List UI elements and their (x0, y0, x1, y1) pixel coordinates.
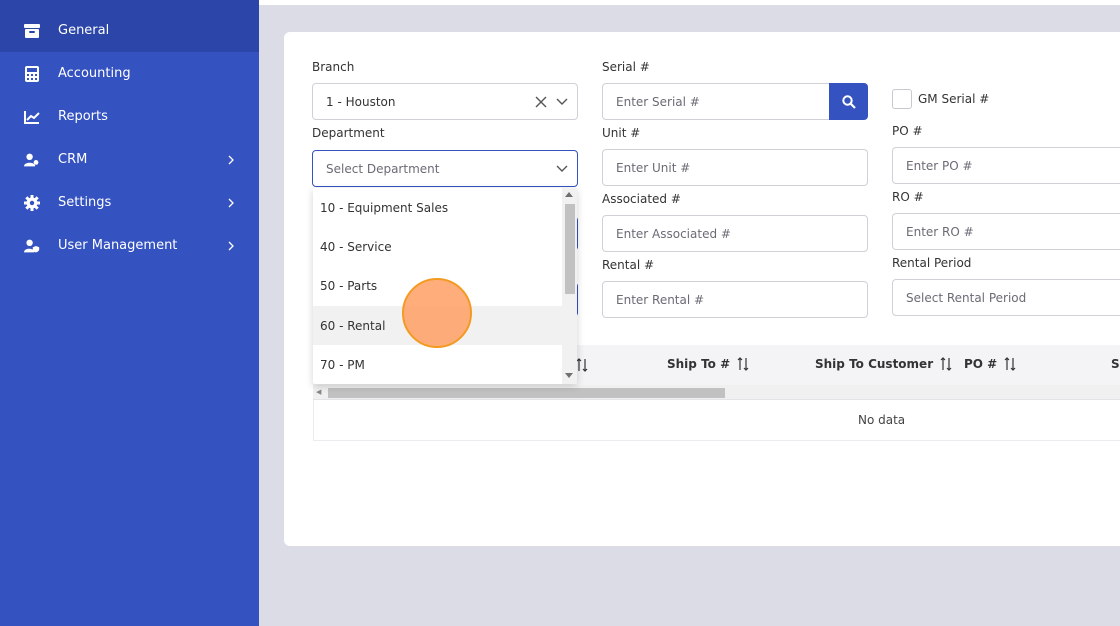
ro-placeholder: Enter RO # (906, 224, 974, 239)
archive-icon (24, 23, 40, 39)
sidebar-item-general[interactable]: General (0, 9, 259, 52)
chart-line-icon (24, 109, 40, 125)
branch-value: 1 - Houston (326, 94, 396, 109)
chevron-right-icon (228, 241, 234, 250)
sidebar-item-label: Settings (58, 195, 112, 210)
sort-icon (940, 357, 952, 371)
ro-input[interactable]: Enter RO # (892, 213, 1120, 250)
sidebar-item-label: CRM (58, 152, 88, 167)
click-indicator (402, 278, 472, 348)
sidebar-item-crm[interactable]: CRM (0, 138, 259, 181)
rental-period-placeholder: Select Rental Period (906, 290, 1027, 305)
rental-period-select[interactable]: Select Rental Period (892, 279, 1120, 316)
po-label: PO # (892, 124, 923, 138)
users-icon (24, 152, 40, 168)
sort-icon[interactable] (576, 358, 588, 372)
sidebar-item-label: Reports (58, 109, 108, 124)
column-header-partial[interactable]: S (1111, 357, 1120, 371)
top-bar (259, 0, 1120, 5)
sidebar-item-user-management[interactable]: User Management (0, 224, 259, 267)
rental-period-label: Rental Period (892, 256, 972, 270)
no-data-text: No data (858, 413, 906, 427)
sidebar-item-label: General (58, 23, 110, 38)
column-header-ship-to-customer[interactable]: Ship To Customer (815, 357, 953, 371)
sidebar-item-accounting[interactable]: Accounting (0, 52, 259, 95)
chevron-right-icon (228, 155, 234, 164)
scroll-up-arrow-icon[interactable] (565, 192, 573, 197)
column-header-po[interactable]: PO # (964, 357, 1017, 371)
sidebar: General Accounting Reports CRM Settings … (0, 0, 259, 626)
ro-label: RO # (892, 190, 924, 204)
sidebar-item-reports[interactable]: Reports (0, 95, 259, 138)
branch-label: Branch (312, 60, 355, 74)
user-shield-icon (24, 238, 40, 254)
po-input[interactable]: Enter PO # (892, 147, 1120, 184)
calculator-icon (24, 65, 40, 82)
scrollbar-thumb[interactable] (328, 388, 725, 398)
sort-icon (737, 357, 749, 371)
scroll-down-arrow-icon[interactable] (565, 373, 573, 378)
serial-label: Serial # (602, 60, 650, 74)
dropdown-scrollbar-thumb[interactable] (565, 204, 575, 294)
department-select[interactable]: Select Department (312, 150, 578, 187)
associated-input[interactable]: Enter Associated # (602, 215, 868, 252)
sidebar-item-label: Accounting (58, 66, 131, 81)
gm-serial-checkbox[interactable] (892, 89, 912, 109)
rental-placeholder: Enter Rental # (616, 292, 705, 307)
rental-input[interactable]: Enter Rental # (602, 281, 868, 318)
clear-icon[interactable] (535, 96, 547, 108)
rental-label: Rental # (602, 258, 655, 272)
gear-icon (24, 194, 40, 211)
sidebar-item-settings[interactable]: Settings (0, 181, 259, 224)
chevron-right-icon (228, 198, 234, 207)
unit-input[interactable]: Enter Unit # (602, 149, 868, 186)
scroll-left-arrow-icon[interactable]: ◀ (316, 388, 321, 396)
table-empty-row (313, 400, 1120, 441)
associated-label: Associated # (602, 192, 681, 206)
dropdown-option[interactable]: 70 - PM (313, 345, 562, 384)
branch-select[interactable]: 1 - Houston (312, 83, 578, 120)
dropdown-option[interactable]: 40 - Service (313, 227, 562, 266)
serial-input[interactable]: Enter Serial # (602, 83, 830, 120)
sort-icon (1004, 357, 1016, 371)
dropdown-option[interactable]: 10 - Equipment Sales (313, 188, 562, 227)
department-placeholder: Select Department (326, 161, 440, 176)
serial-search-button[interactable] (829, 83, 868, 120)
sidebar-item-label: User Management (58, 238, 178, 253)
unit-label: Unit # (602, 126, 641, 140)
po-placeholder: Enter PO # (906, 158, 973, 173)
chevron-down-icon (556, 98, 568, 105)
column-header-ship-to[interactable]: Ship To # (667, 357, 750, 371)
associated-placeholder: Enter Associated # (616, 226, 731, 241)
unit-placeholder: Enter Unit # (616, 160, 691, 175)
gm-serial-label: GM Serial # (918, 92, 990, 106)
serial-placeholder: Enter Serial # (616, 94, 700, 109)
department-label: Department (312, 126, 385, 140)
chevron-down-icon (556, 165, 568, 172)
search-icon (841, 94, 856, 109)
